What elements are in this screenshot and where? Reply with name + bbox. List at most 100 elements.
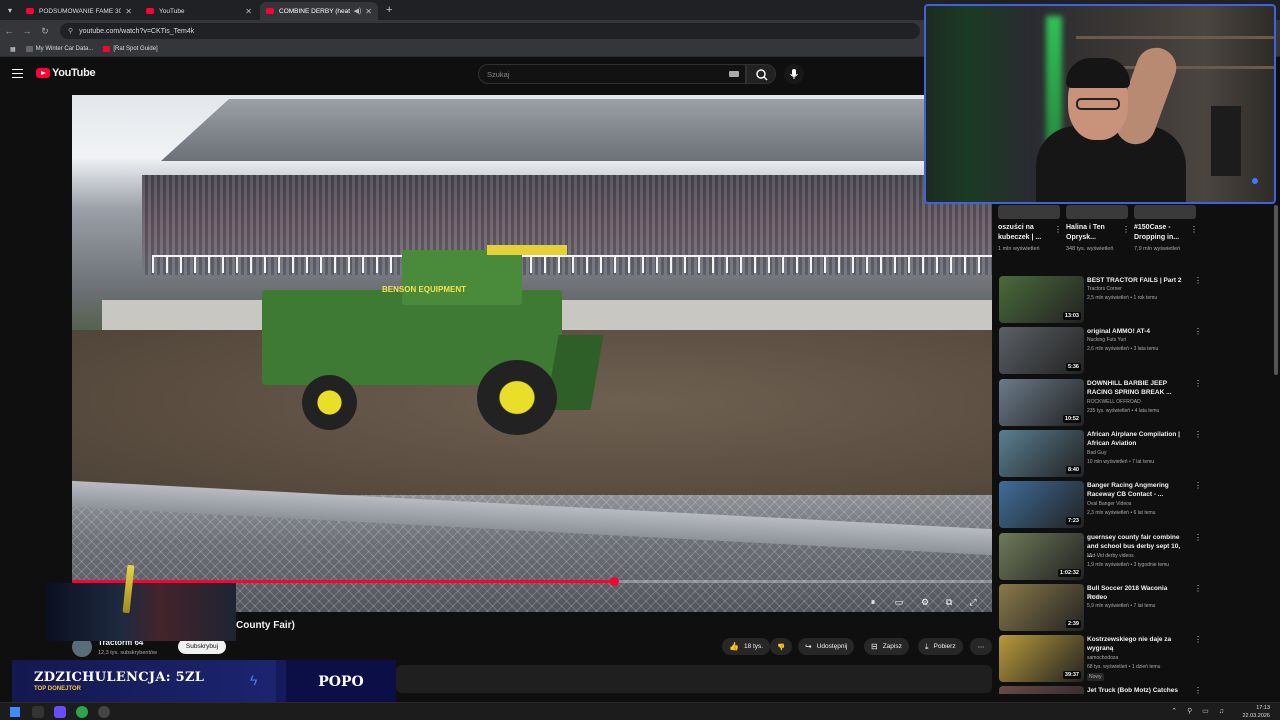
video-thumbnail[interactable]: 5:36: [999, 327, 1084, 375]
share-button[interactable]: ↪ Udostępnij: [798, 638, 855, 655]
recommendation-item[interactable]: 1:02:32 guernsey county fair combine and …: [999, 532, 1204, 581]
video-title[interactable]: BEST TRACTOR FAILS | Part 2: [1087, 276, 1187, 285]
tab-combine-derby[interactable]: COMBINE DERBY (heat #1 ◀) ✕: [260, 2, 378, 20]
start-icon[interactable]: [10, 707, 20, 717]
apps-icon[interactable]: ▦: [10, 46, 16, 53]
dislike-button[interactable]: 👎: [770, 638, 792, 655]
video-title[interactable]: Kostrzewskiego nie daje za wygraną: [1087, 635, 1187, 653]
recommendation-item[interactable]: Jet Truck (Bob Motz) Catches ⋮: [999, 686, 1204, 695]
video-thumbnail[interactable]: 7:23: [999, 481, 1084, 529]
more-icon[interactable]: ⋮: [1194, 686, 1202, 694]
clock[interactable]: 17:13 22.03.2026: [1242, 704, 1270, 720]
video-title[interactable]: Banger Racing Angmering Raceway CB Conta…: [1087, 481, 1187, 499]
short-item[interactable]: Halina i Ten Oprysk... 348 tys. wyświetl…: [1066, 205, 1130, 253]
more-icon[interactable]: ⋮: [1190, 225, 1198, 234]
channel-name[interactable]: ROCKWELL OFFROAD: [1087, 399, 1141, 405]
video-title[interactable]: African Airplane Compilation | African A…: [1087, 430, 1187, 448]
forward-icon[interactable]: →: [18, 26, 36, 36]
video-title[interactable]: Jet Truck (Bob Motz) Catches: [1087, 686, 1187, 694]
more-icon[interactable]: ⋮: [1194, 584, 1202, 593]
miniplayer-icon[interactable]: ⧉: [944, 597, 954, 607]
channel-name[interactable]: samochodoza: [1087, 655, 1118, 661]
clock-time: 17:13: [1256, 705, 1270, 711]
video-thumbnail[interactable]: 10:52: [999, 378, 1084, 426]
more-icon[interactable]: ⋮: [1122, 225, 1130, 234]
video-title[interactable]: DOWNHILL BARBIE JEEP RACING SPRING BREAK…: [1087, 379, 1187, 397]
menu-icon[interactable]: [12, 69, 23, 78]
tab-fame[interactable]: PODSUMOWANIE FAME 30 (D ✕: [20, 2, 138, 20]
system-tray-icons[interactable]: ⌃ ⚲ ▭ ♫: [1171, 707, 1228, 715]
short-item[interactable]: #150Case - Dropping in... 7,9 mln wyświe…: [1134, 205, 1198, 253]
youtube-logo[interactable]: YouTube: [36, 67, 96, 79]
autoplay-toggle-icon[interactable]: ⏸: [868, 597, 878, 607]
channel-name[interactable]: Mid-Vid derby videos: [1087, 553, 1134, 559]
like-button[interactable]: 👍 18 tys.: [722, 638, 771, 655]
voice-search-button[interactable]: [784, 64, 804, 84]
back-icon[interactable]: ←: [0, 26, 18, 36]
more-icon[interactable]: ⋮: [1194, 533, 1202, 542]
more-icon[interactable]: ⋮: [1194, 276, 1202, 285]
tab-search-icon[interactable]: ▾: [0, 0, 20, 20]
search-input[interactable]: Szukaj: [478, 64, 746, 84]
video-thumbnail[interactable]: 39:37: [999, 635, 1084, 683]
chrome-icon[interactable]: [76, 706, 88, 718]
video-title[interactable]: Bull Soccer 2018 Waconia Rodeo: [1087, 584, 1187, 602]
recommendation-item[interactable]: 2:39 Bull Soccer 2018 Waconia Rodeo Vinnie…: [999, 583, 1204, 632]
more-icon[interactable]: ⋮: [1194, 430, 1202, 439]
video-thumbnail[interactable]: 13:03: [999, 276, 1084, 323]
recommendation-item[interactable]: 13:03 BEST TRACTOR FAILS | Part 2 Tractors…: [999, 276, 1204, 324]
channel-name[interactable]: Bad Guy: [1087, 450, 1106, 456]
sidebar-scrollbar[interactable]: [1274, 205, 1278, 375]
close-icon[interactable]: ✕: [245, 7, 252, 16]
download-label: Pobierz: [933, 643, 956, 650]
more-icon[interactable]: ⋮: [1194, 635, 1202, 644]
channel-name[interactable]: Oval Banger Videos: [1087, 501, 1131, 507]
fullscreen-icon[interactable]: ⤢: [968, 597, 978, 607]
settings-gear-icon[interactable]: ⚙: [920, 597, 930, 607]
speaker-icon[interactable]: ◀): [354, 7, 362, 15]
recommendation-item[interactable]: 39:37 Kostrzewskiego nie daje za wygraną s…: [999, 635, 1204, 683]
recommendation-item[interactable]: 5:36 original AMMO! AT-4 Nucking Futs Yuri…: [999, 327, 1204, 375]
more-actions-button[interactable]: ⋯: [970, 638, 992, 655]
site-info-icon[interactable]: ⚲: [68, 27, 73, 35]
keyboard-icon[interactable]: [729, 71, 739, 77]
url-field[interactable]: ⚲ youtube.com/watch?v=CKTis_Tem4k: [60, 23, 920, 39]
channel-name[interactable]: Vinnie: [1087, 594, 1101, 600]
description-box[interactable]: [396, 665, 992, 693]
video-thumbnail[interactable]: 1:02:32: [999, 532, 1084, 580]
duration-badge: 5:36: [1065, 363, 1081, 372]
download-button[interactable]: ⤓ Pobierz: [918, 638, 963, 655]
subscribe-button[interactable]: Subskrybuj: [178, 639, 226, 654]
duration-badge: 7:23: [1065, 517, 1081, 526]
video-thumbnail[interactable]: [999, 686, 1084, 695]
bookmark-rat-spot[interactable]: [Rat Spot Guide]: [103, 46, 158, 52]
short-item[interactable]: oszuści na kubeczek | ... 1 mln wyświetl…: [998, 205, 1062, 253]
channel-name[interactable]: Tractors Corner: [1087, 286, 1122, 292]
more-icon[interactable]: ⋮: [1194, 327, 1202, 336]
video-thumbnail[interactable]: 2:39: [999, 583, 1084, 631]
new-tab-icon[interactable]: +: [386, 4, 392, 16]
more-icon[interactable]: ⋮: [1194, 379, 1202, 388]
tab-youtube[interactable]: YouTube ✕: [140, 2, 258, 20]
combine-cab: [402, 250, 522, 305]
channel-name[interactable]: Nucking Futs Yuri: [1087, 337, 1126, 343]
recommendation-item[interactable]: 8:40 African Airplane Compilation | Afric…: [999, 429, 1204, 478]
bookmark-winter-car[interactable]: My Winter Car Data...: [25, 46, 93, 52]
taskbar-app-icon[interactable]: [98, 706, 110, 718]
search-button[interactable]: [746, 64, 776, 84]
save-button[interactable]: ⊟ Zapisz: [864, 638, 909, 655]
video-title[interactable]: original AMMO! AT-4: [1087, 327, 1187, 336]
video-thumbnail[interactable]: 8:40: [999, 429, 1084, 477]
more-icon[interactable]: ⋮: [1054, 225, 1062, 234]
more-icon[interactable]: ⋮: [1194, 481, 1202, 490]
close-icon[interactable]: ✕: [125, 7, 132, 16]
taskbar-app-icon[interactable]: [54, 706, 66, 718]
reload-icon[interactable]: ↻: [36, 26, 54, 37]
video-player[interactable]: BENSON EQUIPMENT ⏸ ▭ ⚙ ⧉ ⤢: [72, 95, 992, 612]
close-icon[interactable]: ✕: [365, 7, 372, 16]
recommendation-item[interactable]: 10:52 DOWNHILL BARBIE JEEP RACING SPRING …: [999, 378, 1204, 427]
subtitles-icon[interactable]: ▭: [894, 597, 904, 607]
taskbar-app-icon[interactable]: [32, 706, 44, 718]
recommendation-item[interactable]: 7:23 Banger Racing Angmering Raceway CB C…: [999, 481, 1204, 529]
screen: ▾ PODSUMOWANIE FAME 30 (D ✕ YouTube ✕ CO…: [0, 0, 1280, 720]
